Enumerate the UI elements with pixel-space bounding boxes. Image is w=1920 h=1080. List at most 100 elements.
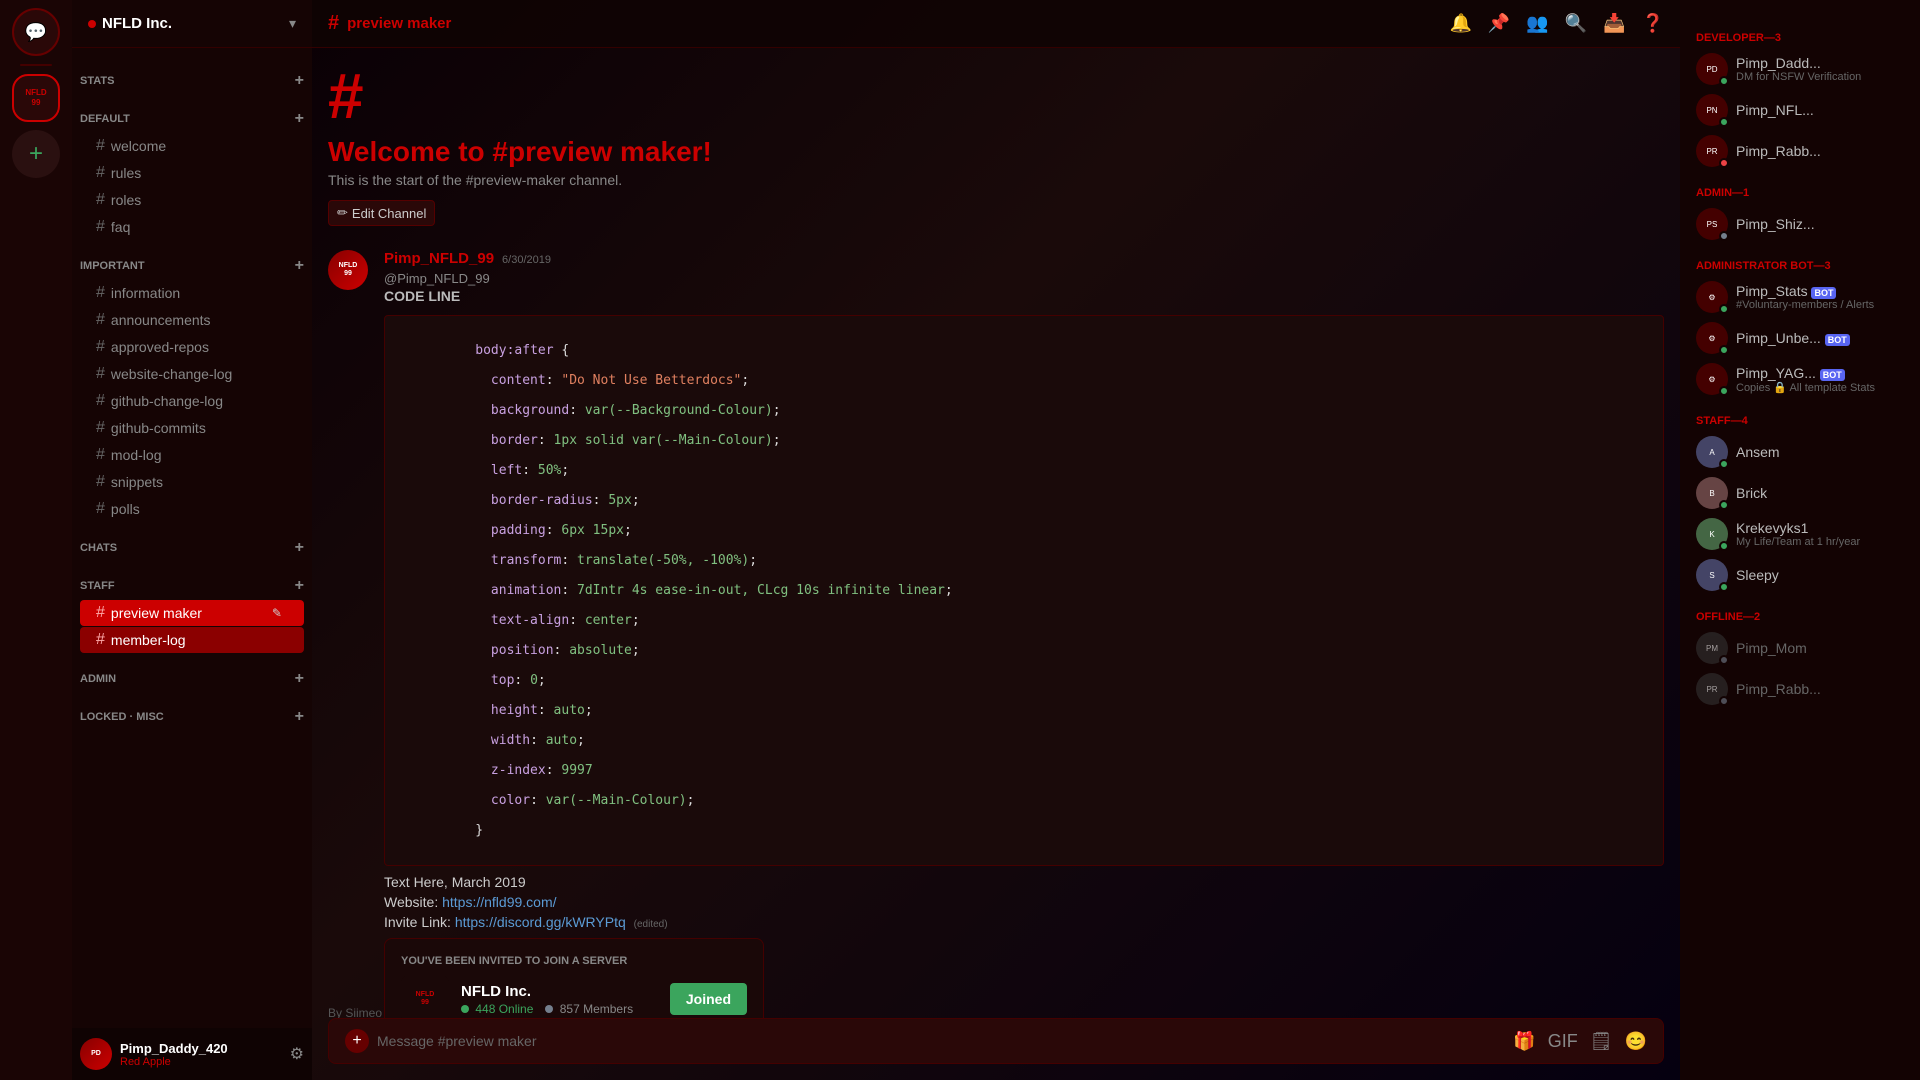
user-avatar: PD: [80, 1038, 112, 1070]
add-server-icon[interactable]: +: [12, 130, 60, 178]
member-avatar: PN: [1696, 94, 1728, 126]
channel-welcome[interactable]: # welcome: [80, 133, 304, 159]
channel-github-change-log[interactable]: # github-change-log: [80, 388, 304, 414]
message-input-area: + 🎁 GIF 🗒 😊: [312, 1018, 1680, 1080]
status-dot: [1719, 500, 1729, 510]
channel-member-log[interactable]: # member-log: [80, 627, 304, 653]
members-icon[interactable]: 👥: [1526, 13, 1548, 34]
channel-roles[interactable]: # roles: [80, 187, 304, 213]
member-krekevyks1[interactable]: K Krekevyks1 My Life/Team at 1 hr/year: [1688, 514, 1912, 554]
member-name: Pimp_Stats BOT: [1736, 283, 1904, 299]
channel-delete-icon[interactable]: ✕: [286, 606, 296, 620]
category-staff[interactable]: STAFF +: [72, 561, 312, 599]
category-locked-misc[interactable]: LOCKED · MISC +: [72, 692, 312, 730]
channel-polls[interactable]: # polls: [80, 496, 304, 522]
member-avatar: PR: [1696, 135, 1728, 167]
member-pimp-unbe[interactable]: ⚙ Pimp_Unbe... BOT: [1688, 318, 1912, 358]
sticker-icon[interactable]: 🗒: [1590, 1031, 1613, 1052]
hash-icon: #: [96, 164, 105, 182]
channel-hash-icon: #: [328, 12, 339, 35]
welcome-title: Welcome to #preview maker!: [328, 136, 1664, 168]
member-pimp-stats[interactable]: ⚙ Pimp_Stats BOT #Voluntary-members / Al…: [1688, 277, 1912, 317]
channel-information[interactable]: # information: [80, 280, 304, 306]
add-locked-misc-channel[interactable]: +: [295, 708, 304, 726]
member-info: Pimp_Stats BOT #Voluntary-members / Aler…: [1736, 283, 1904, 311]
gif-icon[interactable]: GIF: [1548, 1031, 1578, 1052]
channel-list: STATS + DEFAULT + # welcome # rules # ro…: [72, 48, 312, 1028]
speech-bubble-icon[interactable]: 💬: [12, 8, 60, 56]
category-important[interactable]: IMPORTANT +: [72, 241, 312, 279]
channel-mod-log[interactable]: # mod-log: [80, 442, 304, 468]
add-chats-channel[interactable]: +: [295, 539, 304, 557]
member-sub: My Life/Team at 1 hr/year: [1736, 536, 1904, 548]
category-stats[interactable]: STATS +: [72, 56, 312, 94]
category-default[interactable]: DEFAULT +: [72, 94, 312, 132]
channel-approved-repos[interactable]: # approved-repos: [80, 334, 304, 360]
member-name: Pimp_Mom: [1736, 640, 1904, 656]
website-link[interactable]: https://nfld99.com/: [442, 894, 556, 910]
channel-github-commits[interactable]: # github-commits: [80, 415, 304, 441]
hash-icon: #: [96, 500, 105, 518]
server-icon-nfld[interactable]: NFLD99: [12, 74, 60, 122]
pin-icon[interactable]: 📌: [1488, 13, 1510, 34]
search-icon[interactable]: 🔍: [1565, 13, 1587, 34]
member-name: Pimp_Dadd...: [1736, 55, 1904, 71]
member-info: Pimp_Shiz...: [1736, 216, 1904, 232]
gift-icon[interactable]: 🎁: [1513, 1031, 1535, 1052]
status-dot: [1719, 76, 1729, 86]
message-group: NFLD99 Pimp_NFLD_99 6/30/2019 @Pimp_NFLD…: [328, 250, 1664, 1018]
channel-rules[interactable]: # rules: [80, 160, 304, 186]
member-pimp-rabb[interactable]: PR Pimp_Rabb...: [1688, 131, 1912, 171]
bell-icon[interactable]: 🔔: [1449, 13, 1471, 34]
member-pimp-rabb2[interactable]: PR Pimp_Rabb...: [1688, 669, 1912, 709]
edit-channel-button[interactable]: ✏ Edit Channel: [328, 200, 435, 226]
member-info: Pimp_NFL...: [1736, 102, 1904, 118]
add-attachment-button[interactable]: +: [345, 1029, 369, 1053]
category-chats[interactable]: CHATS +: [72, 523, 312, 561]
member-category-offline: OFFLINE—2: [1688, 603, 1912, 627]
member-pimp-mom[interactable]: PM Pimp_Mom: [1688, 628, 1912, 668]
inbox-icon[interactable]: 📥: [1603, 13, 1625, 34]
member-category-admin: ADMIN—1: [1688, 179, 1912, 203]
channel-preview-maker[interactable]: # preview maker ✎ ✕: [80, 600, 304, 626]
emoji-icon[interactable]: 😊: [1625, 1031, 1647, 1052]
invite-url-link[interactable]: https://discord.gg/kWRYPtq: [455, 914, 626, 930]
channel-edit-icon[interactable]: ✎: [272, 606, 282, 620]
help-icon[interactable]: ❓: [1642, 13, 1664, 34]
members-sidebar: DEVELOPER—3 PD Pimp_Dadd... DM for NSFW …: [1680, 0, 1920, 1080]
channel-header: # preview maker 🔔 📌 👥 🔍 📥 ❓: [312, 0, 1680, 48]
channel-announcements[interactable]: # announcements: [80, 307, 304, 333]
member-info: Krekevyks1 My Life/Team at 1 hr/year: [1736, 520, 1904, 548]
hash-icon: #: [96, 419, 105, 437]
channel-website-change-log[interactable]: # website-change-log: [80, 361, 304, 387]
channel-actions: ✎ ✕: [272, 606, 296, 620]
add-important-channel[interactable]: +: [295, 257, 304, 275]
add-admin-channel[interactable]: +: [295, 670, 304, 688]
messages-area[interactable]: # Welcome to #preview maker! This is the…: [312, 48, 1680, 1018]
member-info: Pimp_Rabb...: [1736, 143, 1904, 159]
member-name: Pimp_Unbe... BOT: [1736, 330, 1904, 346]
member-sleepy[interactable]: S Sleepy: [1688, 555, 1912, 595]
member-ansem[interactable]: A Ansem: [1688, 432, 1912, 472]
member-category-staff: STAFF—4: [1688, 407, 1912, 431]
invite-server-info: NFLD Inc. 448 Online 857 Members: [461, 983, 633, 1016]
add-staff-channel[interactable]: +: [295, 577, 304, 595]
top-toolbar: 🔔 📌 👥 🔍 📥 ❓: [1449, 13, 1664, 34]
add-default-channel[interactable]: +: [295, 110, 304, 128]
member-pimp-yag[interactable]: ⚙ Pimp_YAG... BOT Copies 🔒 All template …: [1688, 359, 1912, 399]
message-input[interactable]: [377, 1019, 1505, 1063]
member-pimp-shiz[interactable]: PS Pimp_Shiz...: [1688, 204, 1912, 244]
server-header[interactable]: NFLD Inc. ▾: [72, 0, 312, 48]
add-stats-channel[interactable]: +: [295, 72, 304, 90]
member-brick[interactable]: B Brick: [1688, 473, 1912, 513]
channel-faq[interactable]: # faq: [80, 214, 304, 240]
channel-snippets[interactable]: # snippets: [80, 469, 304, 495]
member-sub: Copies 🔒 All template Stats: [1736, 381, 1904, 394]
member-pimp-dadd[interactable]: PD Pimp_Dadd... DM for NSFW Verification: [1688, 49, 1912, 89]
member-name: Pimp_Rabb...: [1736, 681, 1904, 697]
member-avatar: ⚙: [1696, 363, 1728, 395]
invite-join-button[interactable]: Joined: [670, 983, 747, 1015]
member-pimp-nfl[interactable]: PN Pimp_NFL...: [1688, 90, 1912, 130]
category-admin[interactable]: ADMIN +: [72, 654, 312, 692]
user-settings-icon[interactable]: ⚙: [290, 1044, 304, 1064]
